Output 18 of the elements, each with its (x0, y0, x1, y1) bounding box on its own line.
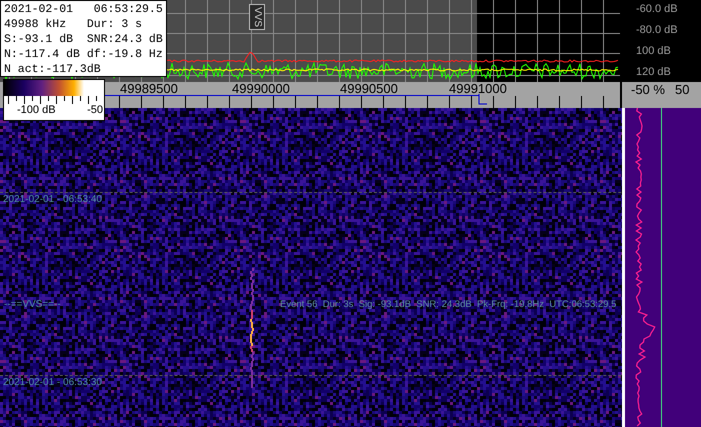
db-axis-label: -80.0 dB (636, 25, 678, 36)
colorbar-label: -100 dB (17, 105, 56, 116)
db-axis-label: -60.0 dB (636, 4, 678, 15)
colorbar-label: -50 (87, 105, 103, 116)
frequency-label: 49991000 (449, 82, 507, 95)
marker-label: VVS (249, 4, 265, 30)
frequency-label: 49990500 (340, 82, 398, 95)
info-text: 2021-02-01 06:53:29.5 (4, 2, 163, 17)
info-text: N:-117.4 dB df:-19.8 Hz (4, 47, 163, 62)
frequency-label: 49990000 (232, 82, 290, 95)
percent-label: 50 (674, 83, 690, 99)
info-text: 49988 kHz Dur: 3 s (4, 17, 144, 32)
percent-label: -50 % (631, 83, 665, 99)
frequency-label: 49989500 (120, 82, 178, 95)
db-axis-label: 120 dB (636, 67, 671, 78)
db-axis-label: 100 dB (636, 46, 671, 57)
info-text: N act:-117.3dB (4, 62, 102, 77)
info-text: S:-93.1 dB SNR:24.3 dB (4, 32, 163, 47)
